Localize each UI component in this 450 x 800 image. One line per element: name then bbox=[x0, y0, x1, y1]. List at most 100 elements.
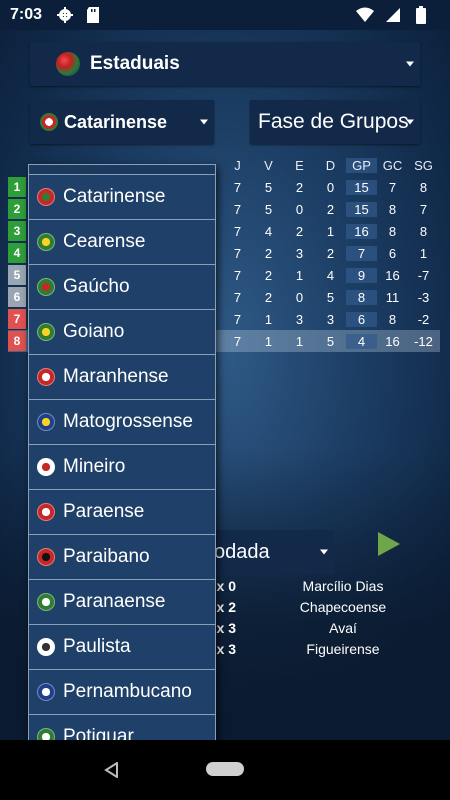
dropdown-item-matogrossense[interactable]: Matogrossense bbox=[29, 400, 215, 445]
phase-selector-label: Fase de Grupos bbox=[258, 110, 409, 133]
match-away-team: Figueirense bbox=[306, 640, 380, 657]
stat-cell: 8 bbox=[346, 289, 377, 305]
cearense-flag-icon bbox=[37, 233, 55, 251]
goiano-flag-icon bbox=[37, 323, 55, 341]
sd-card-icon bbox=[84, 6, 102, 24]
stat-cell: 4 bbox=[326, 267, 335, 283]
status-bar: 7:03 bbox=[0, 0, 450, 30]
paraense-flag-icon bbox=[37, 503, 55, 521]
stat-cell: 8 bbox=[419, 223, 428, 239]
stat-cell: 8 bbox=[419, 179, 428, 195]
catarinense-flag-icon bbox=[37, 188, 55, 206]
header-gc: GC bbox=[382, 157, 403, 173]
stat-cell: 11 bbox=[385, 289, 400, 305]
status-time: 7:03 bbox=[10, 6, 43, 23]
position-badge: 6 bbox=[8, 287, 26, 307]
dropdown-item-label: Goiano bbox=[63, 321, 125, 342]
stat-cell: 7 bbox=[346, 245, 377, 261]
stat-cell: 6 bbox=[346, 311, 377, 327]
stat-cell: 7 bbox=[233, 311, 242, 327]
match-row: x 2 Chapecoense bbox=[200, 596, 440, 617]
dropdown-item-paulista[interactable]: Paulista bbox=[29, 625, 215, 670]
phase-selector[interactable]: Fase de Grupos bbox=[250, 100, 420, 144]
stat-cell: 16 bbox=[385, 333, 400, 349]
match-row: x 3 Avaí bbox=[200, 617, 440, 638]
battery-icon bbox=[412, 6, 430, 24]
stat-cell: 3 bbox=[295, 245, 304, 261]
league-selector[interactable]: Catarinense bbox=[30, 100, 214, 144]
stat-cell: 3 bbox=[295, 311, 304, 327]
gear-icon bbox=[56, 6, 74, 24]
position-badge: 5 bbox=[8, 265, 26, 285]
pernambucano-flag-icon bbox=[37, 683, 55, 701]
stat-cell: 8 bbox=[388, 223, 397, 239]
stat-cell: 7 bbox=[233, 201, 242, 217]
competition-type-selector[interactable]: Estaduais bbox=[30, 42, 420, 86]
header-j: J bbox=[234, 157, 241, 173]
stat-cell: 2 bbox=[326, 245, 335, 261]
stat-cell: 4 bbox=[346, 333, 377, 349]
signal-icon bbox=[384, 6, 402, 24]
stat-cell: 5 bbox=[326, 289, 335, 305]
stat-cell: 1 bbox=[326, 223, 335, 239]
next-round-button[interactable] bbox=[376, 530, 402, 558]
league-selector-label: Catarinense bbox=[64, 111, 168, 132]
back-icon[interactable] bbox=[104, 762, 120, 778]
play-icon bbox=[378, 532, 400, 556]
dropdown-item-maranhense[interactable]: Maranhense bbox=[29, 355, 215, 400]
stat-cell: 0 bbox=[295, 201, 304, 217]
dropdown-item-label: Potiguar bbox=[63, 726, 134, 740]
match-list: 0 x 0 Marcílio Dias x 2 Chapecoense x 3 Avaí 0… bbox=[200, 575, 440, 659]
stat-cell: 2 bbox=[264, 289, 273, 305]
stat-cell: 1 bbox=[264, 333, 273, 349]
dropdown-item-catarinense[interactable]: Catarinense bbox=[29, 175, 215, 220]
stat-cell: 7 bbox=[233, 289, 242, 305]
header-gp: GP bbox=[346, 157, 377, 173]
stat-cell: 1 bbox=[295, 333, 304, 349]
stat-cell: 3 bbox=[326, 311, 335, 327]
chevron-down-icon bbox=[200, 119, 208, 125]
round-selector-label: odada bbox=[214, 540, 270, 563]
position-badge: 1 bbox=[8, 177, 26, 197]
round-selector[interactable]: odada bbox=[214, 530, 334, 574]
stat-cell: 4 bbox=[264, 223, 273, 239]
stat-cell: 1 bbox=[295, 267, 304, 283]
stat-cell: 2 bbox=[264, 267, 273, 283]
stat-cell: 1 bbox=[419, 245, 428, 261]
paraibano-flag-icon bbox=[37, 548, 55, 566]
stat-cell: -2 bbox=[417, 311, 430, 327]
dropdown-item-label: Matogrossense bbox=[63, 411, 193, 432]
dropdown-item-label: Gaúcho bbox=[63, 276, 130, 297]
header-sg: SG bbox=[414, 157, 433, 173]
dropdown-item-goiano[interactable]: Goiano bbox=[29, 310, 215, 355]
stat-cell: 7 bbox=[233, 223, 242, 239]
paulista-flag-icon bbox=[37, 638, 55, 656]
dropdown-item-cearense[interactable]: Cearense bbox=[29, 220, 215, 265]
match-away-team: Marcílio Dias bbox=[302, 577, 384, 594]
catarinense-flag-icon bbox=[40, 113, 58, 131]
dropdown-item-pernambucano[interactable]: Pernambucano bbox=[29, 670, 215, 715]
stat-cell: 16 bbox=[346, 223, 377, 239]
dropdown-item-paraibano[interactable]: Paraibano bbox=[29, 535, 215, 580]
dropdown-item-gaúcho[interactable]: Gaúcho bbox=[29, 265, 215, 310]
match-away-team: Chapecoense bbox=[299, 598, 387, 615]
stat-cell: 8 bbox=[388, 311, 397, 327]
wifi-icon bbox=[356, 6, 374, 24]
stat-cell: 2 bbox=[326, 201, 335, 217]
stat-cell: 15 bbox=[346, 201, 377, 217]
chevron-down-icon bbox=[406, 61, 414, 67]
dropdown-item-potiguar[interactable]: Potiguar bbox=[29, 715, 215, 740]
chevron-down-icon bbox=[406, 119, 414, 125]
stat-cell: 2 bbox=[295, 179, 304, 195]
league-dropdown[interactable]: Catarinense Cearense Gaúcho Goiano Maranhens… bbox=[28, 164, 216, 740]
stat-cell: 5 bbox=[326, 333, 335, 349]
dropdown-item-paranaense[interactable]: Paranaense bbox=[29, 580, 215, 625]
competition-type-label: Estaduais bbox=[90, 53, 180, 74]
dropdown-item-paraense[interactable]: Paraense bbox=[29, 490, 215, 535]
match-away-team: Avaí bbox=[329, 619, 357, 636]
chevron-down-icon bbox=[320, 549, 328, 555]
home-button[interactable] bbox=[206, 762, 244, 776]
stat-cell: 2 bbox=[264, 245, 273, 261]
dropdown-item-mineiro[interactable]: Mineiro bbox=[29, 445, 215, 490]
dropdown-item-label: Paulista bbox=[63, 636, 131, 657]
